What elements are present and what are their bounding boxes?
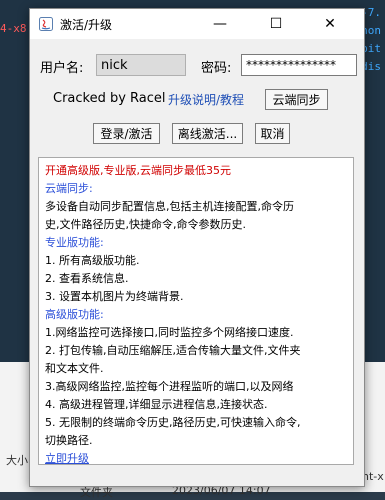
close-button[interactable]: ✕ [310, 9, 350, 39]
feature-info-panel[interactable]: 开通高级版,专业版,云端同步最低35元 云端同步: 多设备自动同步配置信息,包括… [38, 157, 354, 465]
password-label: 密码: [201, 61, 232, 76]
advanced-features-heading: 高级版功能: [45, 308, 104, 321]
minimize-button[interactable]: — [200, 9, 240, 39]
background-text-left: 4-x8 [0, 22, 27, 35]
password-field[interactable] [241, 54, 357, 76]
pro-features-heading: 专业版功能: [45, 236, 104, 249]
advanced-feature-item: 1.网络监控可选择接口,同时监控多个网络接口速度. [45, 326, 294, 339]
java-app-icon [39, 17, 53, 31]
login-activate-button[interactable]: 登录/激活 [93, 123, 160, 144]
activation-dialog: 激活/升级 — ☐ ✕ 用户名: 密码: Cracked by Racel 升级… [29, 8, 365, 487]
background-column-size: 大小 [6, 454, 28, 467]
username-label: 用户名: [40, 61, 84, 76]
pro-feature-item: 1. 所有高级版功能. [45, 254, 140, 267]
pro-feature-item: 3. 设置本机图片为终端背景. [45, 290, 184, 303]
upgrade-guide-link[interactable]: 升级说明/教程 [168, 91, 244, 108]
cloud-sync-description: 多设备自动同步配置信息,包括主机连接配置,命令历 [45, 200, 294, 213]
promo-text: 开通高级版,专业版,云端同步最低35元 [45, 164, 231, 177]
cloud-sync-heading: 云端同步: [45, 182, 93, 195]
cloud-sync-description: 史,文件路径历史,快捷命令,命令参数历史. [45, 218, 246, 231]
window-title: 激活/升级 [60, 18, 113, 32]
pro-feature-item: 2. 查看系统信息. [45, 272, 129, 285]
cracked-by-text: Cracked by Racel [53, 91, 166, 106]
title-bar: 激活/升级 — ☐ ✕ [30, 9, 364, 39]
offline-activate-button[interactable]: 离线激活... [172, 123, 243, 144]
advanced-feature-item: 4. 高级进程管理,详细显示进程信息,连接状态. [45, 398, 268, 411]
advanced-feature-item: 切换路径. [45, 434, 93, 447]
cancel-button[interactable]: 取消 [255, 123, 290, 144]
maximize-button[interactable]: ☐ [256, 9, 296, 39]
advanced-feature-item: 5. 无限制的终端命令历史,路径历史,可快速输入命令, [45, 416, 301, 429]
username-field[interactable] [96, 54, 186, 76]
cloud-sync-button[interactable]: 云端同步 [265, 89, 328, 110]
upgrade-now-link[interactable]: 立即升级 [45, 450, 347, 464]
advanced-feature-item: 3.高级网络监控,监控每个进程监听的端口,以及网络 [45, 380, 294, 393]
background-text-right: nt-x [362, 470, 384, 483]
advanced-feature-item: 2. 打包传输,自动压缩解压,适合传输大量文件,文件夹 [45, 344, 301, 357]
advanced-feature-item: 和文本文件. [45, 362, 104, 375]
